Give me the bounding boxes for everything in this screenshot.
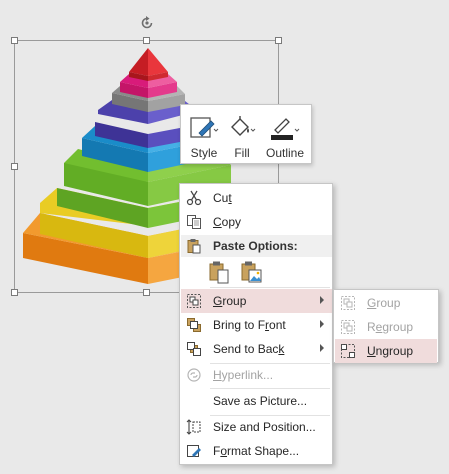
- submenu-arrow-icon: [320, 344, 324, 352]
- submenu-arrow-icon: [320, 296, 324, 304]
- resize-handle-bottom-left[interactable]: [11, 289, 18, 296]
- paste-options-label: Paste Options:: [213, 239, 298, 253]
- group-icon: [341, 296, 355, 310]
- link-icon: [187, 368, 201, 382]
- shape-outline-icon: [271, 118, 300, 140]
- ungroup-label-b: ngroup: [375, 344, 414, 358]
- clipboard-icon: [187, 239, 201, 254]
- paste-options-header: Paste Options:: [181, 235, 332, 257]
- regroup-label-a: R: [367, 320, 376, 334]
- menu-item-size-and-position[interactable]: Size and Position...: [181, 415, 332, 439]
- copy-label-b: opy: [221, 215, 242, 229]
- format-shape-label-b: rmat Shape...: [227, 444, 300, 458]
- style-button[interactable]: Style: [185, 109, 223, 161]
- menu-item-cut[interactable]: Cut: [181, 186, 332, 210]
- size-position-icon: [186, 419, 201, 435]
- ungroup-icon: [341, 344, 355, 358]
- mini-toolbar: Style Fill Outline: [180, 104, 312, 164]
- scissors-icon: [186, 190, 202, 206]
- copy-icon: [187, 215, 201, 229]
- resize-handle-left[interactable]: [11, 163, 18, 170]
- send-to-back-label-a: Send to Bac: [213, 342, 279, 356]
- submenu-item-group[interactable]: Group: [335, 291, 437, 315]
- bring-to-front-label-b: ont: [269, 318, 286, 332]
- submenu-arrow-icon: [320, 320, 324, 328]
- regroup-icon: [341, 320, 355, 334]
- menu-item-group[interactable]: Group: [181, 289, 332, 313]
- format-shape-icon: [187, 445, 201, 457]
- hyperlink-label-key: H: [213, 368, 222, 382]
- context-menu: Cut Copy Paste Options: Group Bring to F…: [179, 183, 333, 465]
- group-label-key: G: [213, 294, 223, 308]
- bring-to-front-label-a: Bring to F: [213, 318, 266, 332]
- outline-label: Outline: [265, 146, 305, 160]
- style-label: Style: [190, 146, 218, 160]
- group-submenu: Group Regroup Ungroup: [333, 289, 439, 363]
- menu-item-format-shape[interactable]: Format Shape...: [181, 439, 332, 463]
- submenu-item-regroup[interactable]: Regroup: [335, 315, 437, 339]
- submenu-item-ungroup[interactable]: Ungroup: [335, 339, 437, 363]
- regroup-label-b: group: [382, 320, 414, 334]
- send-to-back-icon: [187, 342, 201, 356]
- sub-group-label-b: roup: [376, 296, 401, 310]
- group-label-b: roup: [222, 294, 247, 308]
- menu-item-save-as-picture[interactable]: Save as Picture...: [181, 389, 332, 413]
- outline-button[interactable]: Outline: [261, 109, 309, 161]
- menu-item-hyperlink[interactable]: Hyperlink...: [181, 363, 332, 387]
- size-position-label: Size and Position...: [213, 420, 316, 434]
- copy-label-key: C: [213, 215, 222, 229]
- resize-handle-top-right[interactable]: [275, 37, 282, 44]
- paint-bucket-icon: [231, 116, 256, 136]
- bring-to-front-icon: [187, 318, 201, 332]
- menu-item-bring-to-front[interactable]: Bring to Front: [181, 313, 332, 337]
- resize-handle-top-left[interactable]: [11, 37, 18, 44]
- resize-handle-top[interactable]: [143, 37, 150, 44]
- hyperlink-label-b: yperlink...: [221, 368, 274, 382]
- menu-item-send-to-back[interactable]: Send to Back: [181, 337, 332, 361]
- paste-keep-formatting-icon[interactable]: [208, 260, 230, 284]
- paste-as-picture-icon[interactable]: [240, 260, 262, 284]
- sub-group-label-key: G: [367, 296, 377, 310]
- group-objects-icon: [187, 294, 201, 308]
- resize-handle-bottom[interactable]: [143, 289, 150, 296]
- cut-label-key: t: [228, 191, 232, 205]
- send-to-back-label-key: k: [278, 342, 285, 356]
- menu-separator: [210, 287, 330, 288]
- fill-label: Fill: [234, 146, 250, 160]
- ungroup-label-key: U: [367, 344, 376, 358]
- menu-item-copy[interactable]: Copy: [181, 210, 332, 234]
- fill-button[interactable]: Fill: [225, 109, 259, 161]
- shape-style-icon: [190, 117, 219, 138]
- cut-label-a: Cu: [213, 191, 229, 205]
- save-as-picture-label: Save as Picture...: [213, 394, 308, 408]
- rotate-handle-icon[interactable]: [139, 15, 155, 31]
